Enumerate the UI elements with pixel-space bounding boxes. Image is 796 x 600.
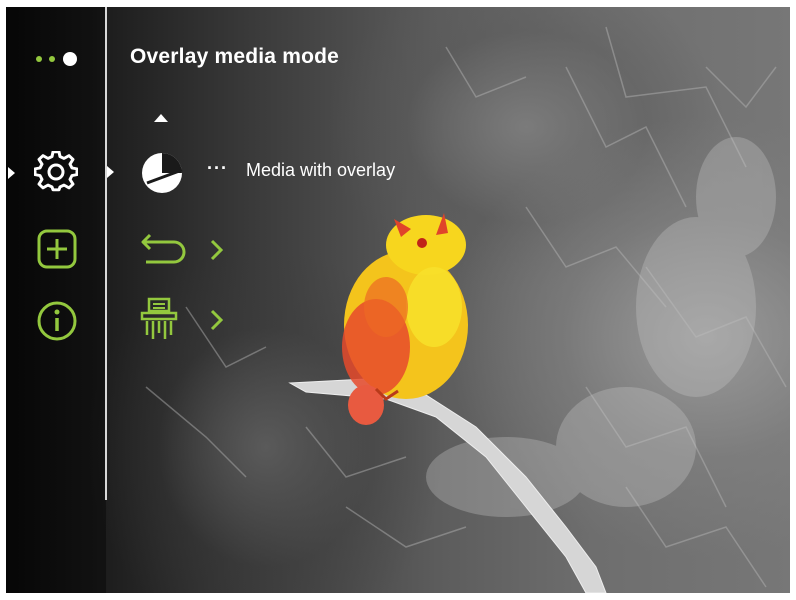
sidebar-item-info[interactable] bbox=[35, 299, 79, 343]
sidebar-divider bbox=[105, 7, 107, 500]
info-icon bbox=[37, 301, 77, 341]
menu-option-overlay-mode[interactable] bbox=[139, 150, 185, 196]
thermal-scene bbox=[6, 7, 787, 593]
page-indicator bbox=[34, 50, 84, 73]
thermal-viewfinder-screen: Overlay media mode ··· Media with overla… bbox=[6, 7, 790, 593]
foliage-highlights bbox=[426, 137, 776, 517]
sidebar-item-add[interactable] bbox=[36, 228, 78, 270]
menu-selection-marker bbox=[107, 166, 114, 178]
scroll-up-arrow-icon[interactable] bbox=[154, 114, 168, 122]
option-value-label: Media with overlay bbox=[246, 160, 396, 180]
page-dot-2 bbox=[49, 56, 55, 62]
plus-square-icon bbox=[37, 229, 77, 269]
menu-option-back[interactable] bbox=[140, 227, 188, 267]
sidebar-item-settings[interactable] bbox=[33, 150, 79, 195]
undo-arrow-icon bbox=[141, 233, 186, 264]
shredder-icon bbox=[140, 297, 178, 339]
option-value-ellipsis: ··· bbox=[207, 158, 228, 178]
chevron-right-icon[interactable] bbox=[210, 239, 224, 261]
chevron-right-icon[interactable] bbox=[210, 309, 224, 331]
overlay-half-circle-icon bbox=[142, 153, 183, 193]
page-dot-3-active bbox=[63, 52, 77, 66]
page-dot-1 bbox=[36, 56, 42, 62]
sidebar-selection-marker bbox=[8, 167, 15, 179]
page-title: Overlay media mode bbox=[130, 45, 340, 68]
owl-heat-signature bbox=[342, 213, 468, 425]
menu-option-delete-media[interactable] bbox=[138, 297, 186, 341]
gear-icon bbox=[33, 150, 79, 192]
